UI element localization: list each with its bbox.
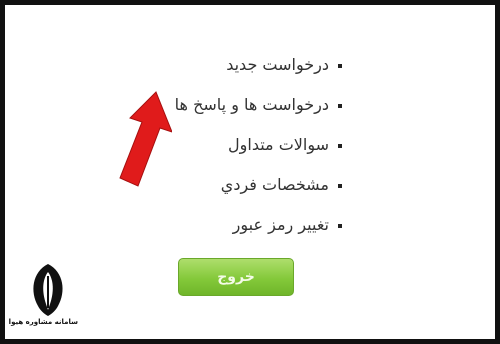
menu-item-label: درخواست جديد: [226, 54, 329, 74]
watermark-text: سامانه مشاوره هیوا: [8, 318, 78, 326]
menu-item-new-request[interactable]: درخواست جديد: [82, 44, 342, 84]
menu-item-label: تغيير رمز عبور: [232, 214, 329, 234]
bullet-icon: [338, 103, 342, 108]
bullet-icon: [338, 143, 342, 148]
exit-button[interactable]: خروج: [178, 258, 294, 296]
quill-logo-icon: [33, 264, 63, 316]
bullet-icon: [338, 223, 342, 228]
menu-item-change-password[interactable]: تغيير رمز عبور: [82, 204, 342, 244]
menu-item-label: مشخصات فردي: [220, 174, 329, 194]
watermark-logo: سامانه مشاوره هیوا: [8, 262, 78, 334]
red-arrow-icon: [119, 91, 172, 187]
menu-item-label: درخواست ها و پاسخ ها: [174, 94, 329, 114]
menu-item-label: سوالات متداول: [228, 134, 329, 154]
bullet-icon: [338, 63, 342, 68]
bullet-icon: [338, 183, 342, 188]
